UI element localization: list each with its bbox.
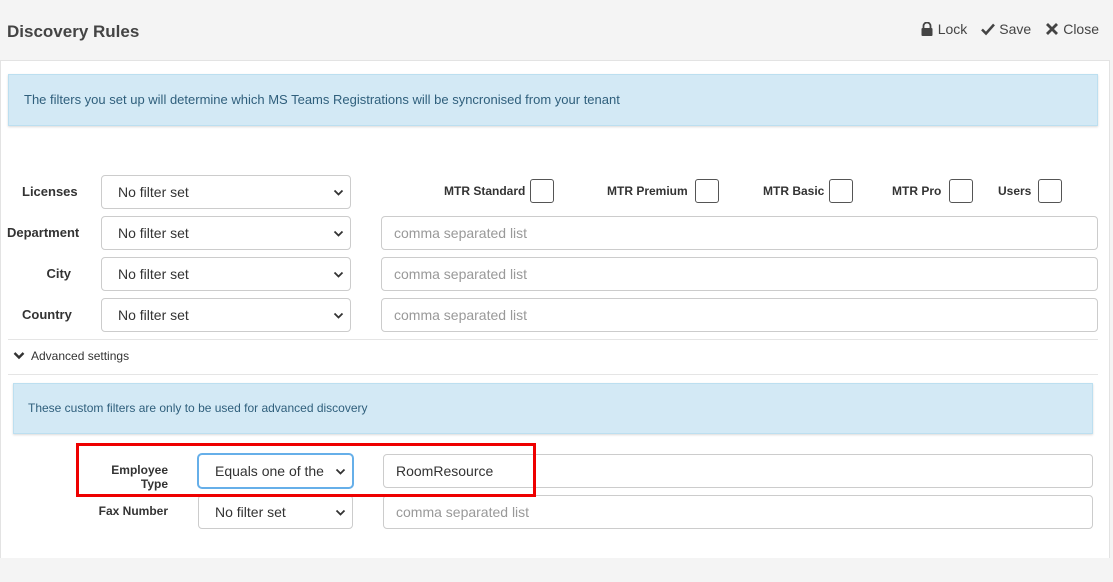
country-placeholder: comma separated list: [394, 307, 528, 323]
department-select[interactable]: No filter set: [101, 216, 351, 250]
city-label: City: [46, 266, 71, 281]
users-label: Users: [998, 184, 1032, 198]
close-icon: [1046, 23, 1059, 35]
info-alert-text: The filters you set up will determine wh…: [24, 92, 620, 107]
mtr-premium-checkbox[interactable]: [695, 179, 719, 203]
department-placeholder: comma separated list: [394, 225, 528, 241]
close-label: Close: [1063, 21, 1099, 37]
page-footer: [0, 558, 1113, 582]
fax-number-label: Fax Number: [98, 504, 168, 518]
licenses-select-value: No filter set: [118, 184, 189, 200]
city-select-value: No filter set: [118, 266, 189, 282]
save-label: Save: [999, 21, 1032, 37]
chevron-down-icon: [333, 271, 344, 278]
fax-number-placeholder: comma separated list: [396, 504, 530, 520]
chevron-down-icon: [333, 189, 344, 196]
mtr-premium-label: MTR Premium: [607, 184, 688, 198]
advanced-alert: These custom filters are only to be used…: [13, 383, 1093, 434]
info-alert: The filters you set up will determine wh…: [8, 74, 1098, 126]
licenses-select[interactable]: No filter set: [101, 175, 351, 209]
fax-number-input[interactable]: comma separated list: [383, 495, 1093, 529]
advanced-settings-label: Advanced settings: [31, 349, 130, 363]
save-button[interactable]: Save: [981, 21, 1031, 37]
page-header: Discovery Rules Lock Save Close: [0, 0, 1113, 62]
city-input[interactable]: comma separated list: [381, 257, 1098, 291]
mtr-pro-label: MTR Pro: [892, 184, 942, 198]
department-input[interactable]: comma separated list: [381, 216, 1098, 250]
chevron-down-icon: [333, 312, 344, 319]
chevron-down-icon: [333, 230, 344, 237]
header-actions: Lock Save Close: [920, 21, 1099, 37]
chevron-down-icon: [335, 509, 346, 516]
country-input[interactable]: comma separated list: [381, 298, 1098, 332]
country-select-value: No filter set: [118, 307, 189, 323]
page-title: Discovery Rules: [7, 22, 140, 41]
mtr-basic-checkbox[interactable]: [829, 179, 853, 203]
divider: [8, 374, 1098, 375]
lock-label: Lock: [937, 21, 968, 37]
close-button[interactable]: Close: [1045, 21, 1099, 37]
checkmark-icon: [981, 23, 996, 36]
highlight-annotation-box: [76, 443, 536, 497]
mtr-standard-label: MTR Standard: [444, 184, 526, 198]
divider: [8, 339, 1098, 340]
country-select[interactable]: No filter set: [101, 298, 351, 332]
lock-icon: [921, 22, 933, 36]
fax-number-select-value: No filter set: [215, 504, 286, 520]
mtr-basic-label: MTR Basic: [763, 184, 825, 198]
advanced-alert-text: These custom filters are only to be used…: [28, 401, 368, 415]
advanced-settings-toggle[interactable]: Advanced settings: [13, 349, 129, 363]
licenses-label: Licenses: [22, 184, 78, 199]
chevron-down-icon: [13, 352, 25, 360]
country-label: Country: [22, 307, 72, 322]
department-select-value: No filter set: [118, 225, 189, 241]
lock-button[interactable]: Lock: [920, 21, 968, 37]
mtr-pro-checkbox[interactable]: [949, 179, 973, 203]
users-checkbox[interactable]: [1038, 179, 1062, 203]
fax-number-select[interactable]: No filter set: [198, 495, 353, 529]
department-label: Department: [7, 225, 80, 240]
mtr-standard-checkbox[interactable]: [530, 179, 554, 203]
city-placeholder: comma separated list: [394, 266, 528, 282]
city-select[interactable]: No filter set: [101, 257, 351, 291]
